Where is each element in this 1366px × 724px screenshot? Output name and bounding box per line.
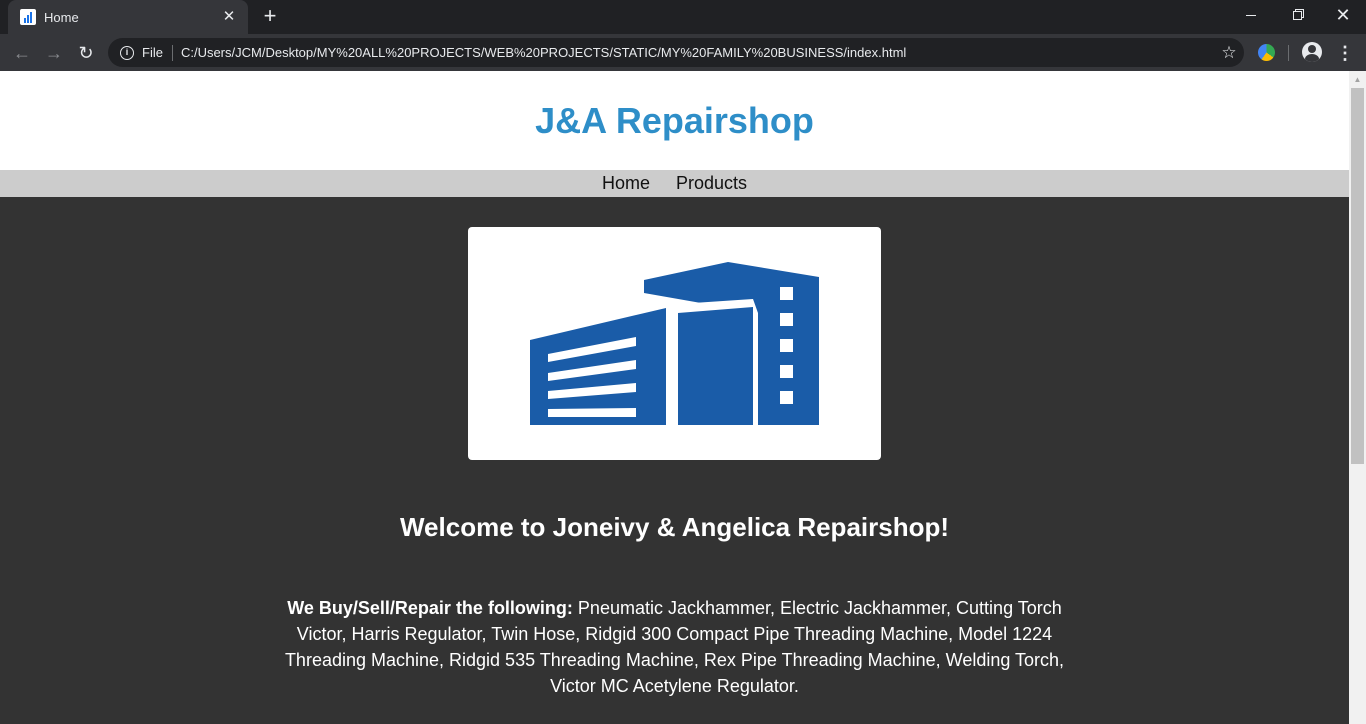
scrollbar-thumb[interactable] (1351, 88, 1364, 464)
tab-title: Home (44, 9, 79, 25)
nav-link-products[interactable]: Products (676, 173, 747, 194)
profile-avatar-icon[interactable] (1302, 42, 1322, 62)
minimize-icon (1246, 14, 1256, 16)
building-logo-icon (530, 262, 819, 425)
new-tab-button[interactable]: + (258, 5, 282, 29)
back-arrow-icon[interactable]: ← (8, 39, 36, 67)
scroll-up-arrow-icon[interactable]: ▲ (1349, 71, 1366, 88)
info-icon[interactable]: i (120, 45, 134, 60)
products-description: We Buy/Sell/Repair the following: Pneuma… (262, 595, 1087, 699)
minimize-button[interactable] (1228, 0, 1274, 30)
reload-icon[interactable]: ↻ (72, 39, 100, 67)
close-icon: ✕ (1335, 5, 1351, 25)
bookmark-star-icon[interactable]: ☆ (1214, 43, 1244, 63)
tab-close-icon[interactable]: ✕ (220, 8, 238, 26)
toolbar-divider (1288, 45, 1289, 61)
browser-toolbar: ← → ↻ i File C:/Users/JCM/Desktop/MY%20A… (0, 34, 1366, 71)
kebab-menu-icon[interactable]: ⋮ (1336, 39, 1354, 67)
tab-strip: Home ✕ + ✕ (0, 0, 1366, 34)
products-label: We Buy/Sell/Repair the following: (287, 598, 573, 618)
vertical-scrollbar[interactable]: ▲ (1349, 71, 1366, 724)
site-title: J&A Repairshop (535, 100, 814, 141)
window-close-button[interactable]: ✕ (1320, 0, 1366, 30)
site-favicon-icon (20, 9, 36, 25)
url-text[interactable]: C:/Users/JCM/Desktop/MY%20ALL%20PROJECTS… (181, 45, 1214, 60)
nav-link-home[interactable]: Home (602, 173, 650, 194)
address-bar[interactable]: i File C:/Users/JCM/Desktop/MY%20ALL%20P… (108, 38, 1244, 67)
browser-tab[interactable]: Home ✕ (8, 0, 248, 34)
forward-arrow-icon[interactable]: → (40, 39, 68, 67)
welcome-heading: Welcome to Joneivy & Angelica Repairshop… (399, 512, 950, 542)
url-scheme-label: File (142, 45, 163, 60)
restore-icon (1292, 10, 1302, 20)
logo-card (468, 227, 881, 460)
site-header: J&A Repairshop (0, 71, 1349, 170)
site-nav: Home Products (0, 170, 1349, 197)
extension-icon[interactable] (1258, 44, 1275, 61)
page-viewport: J&A Repairshop Home Products Welcome to … (0, 71, 1349, 724)
omnibox-divider (171, 44, 173, 61)
maximize-button[interactable] (1274, 0, 1320, 30)
